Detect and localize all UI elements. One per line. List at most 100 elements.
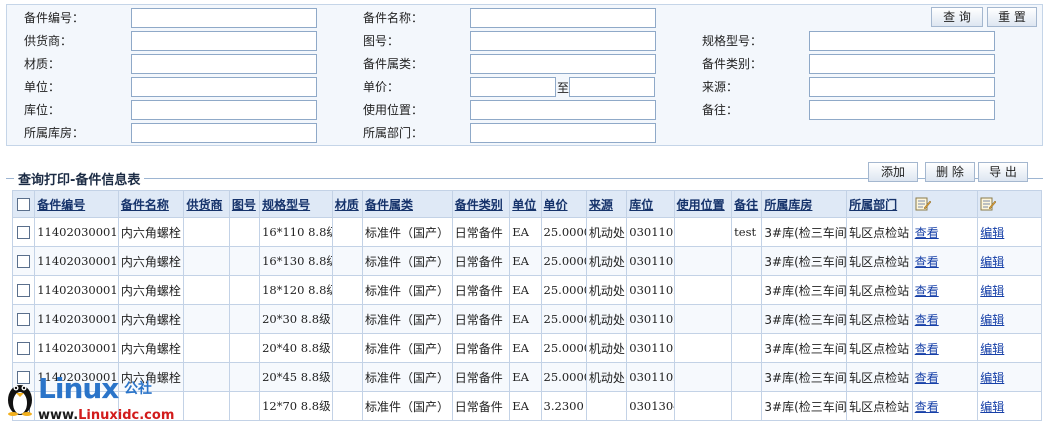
cell-unit-price: 25.0000 [540, 333, 587, 363]
view-link[interactable]: 查看 [915, 255, 939, 269]
cell-location: 0301102 [626, 362, 675, 392]
cell-warehouse: 3#库(检三车间) [761, 217, 848, 247]
cell-warehouse: 3#库(检三车间) [761, 333, 848, 363]
col-drawing-number[interactable]: 图号 [228, 190, 261, 218]
edit-link[interactable]: 编辑 [980, 226, 1004, 240]
col-part-class[interactable]: 备件属类 [361, 190, 453, 218]
col-part-category[interactable]: 备件类别 [451, 190, 511, 218]
view-link[interactable]: 查看 [915, 371, 939, 385]
cell-supplier [183, 217, 230, 247]
row-select-cell [11, 275, 36, 305]
cell-spec-model: 20*30 8.8级 [259, 304, 333, 334]
col-material[interactable]: 材质 [331, 190, 363, 218]
col-part-name[interactable]: 备件名称 [117, 190, 185, 218]
cell-use-position [673, 391, 733, 421]
row-checkbox[interactable] [17, 226, 30, 240]
cell-supplier [183, 362, 230, 392]
cell-part-class: 标准件（国产） [361, 275, 453, 305]
drawing-number-input[interactable] [470, 31, 656, 51]
cell-source [585, 391, 628, 421]
cell-unit: EA [509, 246, 542, 276]
location-input[interactable] [131, 100, 317, 120]
edit-link[interactable]: 编辑 [980, 313, 1004, 327]
select-all-cell [11, 190, 36, 218]
source-input[interactable] [809, 77, 995, 97]
col-location[interactable]: 库位 [626, 190, 675, 218]
cell-supplier [183, 275, 230, 305]
select-all-checkbox[interactable] [17, 198, 30, 211]
cell-remark [731, 304, 763, 334]
part-name-input[interactable] [470, 8, 656, 28]
cell-material [331, 391, 363, 421]
edit-link[interactable]: 编辑 [980, 400, 1004, 414]
label-use-position: 使用位置： [363, 103, 424, 117]
view-link[interactable]: 查看 [915, 284, 939, 298]
col-supplier[interactable]: 供货商 [183, 190, 230, 218]
label-drawing-number: 图号： [363, 34, 400, 48]
price-from-input[interactable] [470, 77, 556, 97]
cell-unit: EA [509, 304, 542, 334]
view-link[interactable]: 查看 [915, 226, 939, 240]
row-edit-cell: 编辑 [977, 275, 1042, 305]
row-select-cell [11, 304, 36, 334]
label-part-class: 备件属类： [363, 57, 424, 71]
col-department[interactable]: 所属部门 [846, 190, 913, 218]
cell-material [331, 246, 363, 276]
department-input[interactable] [470, 123, 656, 143]
col-remark[interactable]: 备往 [731, 190, 763, 218]
unit-input[interactable] [131, 77, 317, 97]
price-to-input[interactable] [569, 77, 655, 97]
row-checkbox[interactable] [17, 284, 30, 298]
warehouse-input[interactable] [131, 123, 317, 143]
row-edit-cell: 编辑 [977, 391, 1042, 421]
col-warehouse[interactable]: 所属库房 [761, 190, 848, 218]
row-checkbox[interactable] [17, 255, 30, 269]
view-link[interactable]: 查看 [915, 400, 939, 414]
cell-material [331, 333, 363, 363]
delete-button[interactable]: 删 除 [925, 162, 975, 182]
cell-drawing-number [228, 362, 261, 392]
remark-input[interactable] [809, 100, 995, 120]
col-unit-price[interactable]: 单价 [540, 190, 587, 218]
export-button[interactable]: 导 出 [978, 162, 1028, 182]
table-row: 1140203000170内六角螺栓 18*120 8.8级标准件（国产）日常备件… [11, 275, 1042, 305]
material-input[interactable] [131, 54, 317, 74]
label-material: 材质： [24, 57, 61, 71]
supplier-input[interactable] [131, 31, 317, 51]
use-position-input[interactable] [470, 100, 656, 120]
cell-remark [731, 362, 763, 392]
row-checkbox[interactable] [17, 342, 30, 356]
reset-button[interactable]: 重 置 [987, 7, 1037, 27]
edit-link[interactable]: 编辑 [980, 371, 1004, 385]
cell-department: 轧区点检站 [846, 304, 913, 334]
query-button[interactable]: 查 询 [931, 7, 983, 27]
cell-remark [731, 333, 763, 363]
row-edit-cell: 编辑 [977, 304, 1042, 334]
cell-unit: EA [509, 217, 542, 247]
cell-warehouse: 3#库(检三车间) [761, 275, 848, 305]
view-link[interactable]: 查看 [915, 342, 939, 356]
part-category-input[interactable] [809, 54, 995, 74]
part-number-input[interactable] [131, 8, 317, 28]
col-use-position[interactable]: 使用位置 [673, 190, 733, 218]
cell-material [331, 275, 363, 305]
col-source[interactable]: 来源 [585, 190, 628, 218]
cell-source: 机动处 [585, 362, 628, 392]
cell-part-name: 内六角螺栓 [117, 246, 185, 276]
col-spec-model[interactable]: 规格型号 [259, 190, 333, 218]
add-button[interactable]: 添加 [868, 162, 918, 182]
view-link[interactable]: 查看 [915, 313, 939, 327]
row-view-cell: 查看 [911, 275, 979, 305]
col-part-number[interactable]: 备件编号 [34, 190, 119, 218]
part-class-input[interactable] [470, 54, 656, 74]
row-checkbox[interactable] [17, 313, 30, 327]
table-row: 1140203000172内六角螺栓 20*40 8.8级标准件（国产）日常备件E… [11, 333, 1042, 363]
edit-link[interactable]: 编辑 [980, 342, 1004, 356]
cell-part-class: 标准件（国产） [361, 391, 453, 421]
spec-model-input[interactable] [809, 31, 995, 51]
cell-drawing-number [228, 304, 261, 334]
cell-department: 轧区点检站 [846, 333, 913, 363]
edit-link[interactable]: 编辑 [980, 284, 1004, 298]
col-unit[interactable]: 单位 [509, 190, 542, 218]
edit-link[interactable]: 编辑 [980, 255, 1004, 269]
